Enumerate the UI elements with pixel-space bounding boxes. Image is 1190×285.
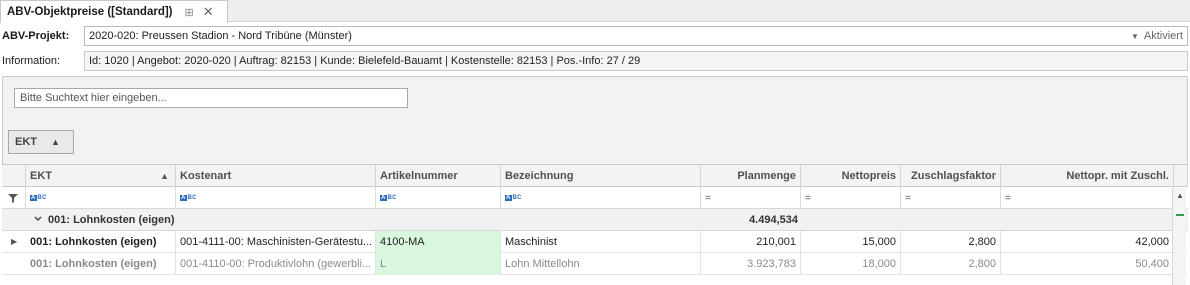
header-indicator-cell (2, 165, 26, 187)
project-label: ABV-Projekt: (2, 30, 70, 42)
grid-header-row: EKT ▲ Kostenart Artikelnummer Bezeichnun… (2, 165, 1188, 187)
column-header-nettopreis[interactable]: Nettopreis (801, 165, 901, 187)
project-combobox[interactable]: 2020-020: Preussen Stadion - Nord Tribün… (84, 26, 1188, 46)
cell-zuschlagsfaktor[interactable]: 2,800 (901, 253, 1001, 275)
filter-cell-ekt[interactable]: A BC (26, 187, 176, 209)
text-filter-icon: A BC (505, 195, 522, 201)
cell-nettopreis-zuschl[interactable]: 50,400 (1001, 253, 1174, 275)
tab-title: ABV-Objektpreise ([Standard]) (7, 6, 173, 18)
equals-filter-icon: = (805, 192, 811, 204)
information-field: Id: 1020 | Angebot: 2020-020 | Auftrag: … (84, 51, 1188, 71)
cell-nettopreis[interactable]: 15,000 (801, 231, 901, 253)
filter-cell-planmenge[interactable]: = (701, 187, 801, 209)
cell-ekt[interactable]: 001: Lohnkosten (eigen) (26, 253, 176, 275)
group-row-sum-planmenge: 4.494,534 (749, 214, 798, 226)
filter-cell-kostenart[interactable]: A BC (176, 187, 376, 209)
column-header-nettopreis-zuschl[interactable]: Nettopr. mit Zuschl. (1001, 165, 1174, 187)
vertical-scrollbar[interactable]: ▲ (1172, 188, 1186, 285)
column-header-zuschlagsfaktor[interactable]: Zuschlagsfaktor (901, 165, 1001, 187)
tab-abv-objektpreise[interactable]: ABV-Objektpreise ([Standard]) ⊞ ✕ (0, 0, 228, 23)
equals-filter-icon: = (1005, 192, 1011, 204)
cell-nettopreis[interactable]: 18,000 (801, 253, 901, 275)
group-row[interactable]: 001: Lohnkosten (eigen) 4.494,534 (2, 209, 1188, 231)
cell-nettopreis-zuschl[interactable]: 42,000 (1001, 231, 1174, 253)
text-filter-icon: A BC (30, 195, 47, 201)
cell-artikelnummer[interactable]: 4100-MA (376, 231, 501, 253)
column-header-kostenart[interactable]: Kostenart (176, 165, 376, 187)
filter-cell-bezeichnung[interactable]: A BC (501, 187, 701, 209)
cell-kostenart[interactable]: 001-4110-00: Produktivlohn (gewerbli... (176, 253, 376, 275)
group-by-chip-ekt[interactable]: EKT ▲ (8, 130, 74, 154)
pin-icon[interactable]: ⊞ (185, 6, 194, 19)
column-header-label: Zuschlagsfaktor (911, 170, 996, 182)
data-grid: EKT ▲ Kostenart Artikelnummer Bezeichnun… (2, 164, 1188, 285)
filter-cell-nettopreis[interactable]: = (801, 187, 901, 209)
sort-ascending-icon: ▲ (51, 137, 60, 147)
column-header-label: Artikelnummer (380, 170, 458, 182)
project-value: 2020-020: Preussen Stadion - Nord Tribün… (89, 30, 352, 42)
cell-artikelnummer[interactable]: L (376, 253, 501, 275)
cell-bezeichnung[interactable]: Lohn Mittellohn (501, 253, 701, 275)
group-row-title: 001: Lohnkosten (eigen) (48, 214, 175, 226)
equals-filter-icon: = (705, 192, 711, 204)
text-filter-icon: A BC (180, 195, 197, 201)
filter-cell-nettopreis-zuschl[interactable]: = (1001, 187, 1174, 209)
column-header-overflow (1174, 165, 1188, 187)
column-header-label: Kostenart (180, 170, 232, 182)
column-header-label: EKT (30, 170, 52, 182)
close-icon[interactable]: ✕ (203, 4, 214, 20)
chevron-down-icon[interactable]: ▼ (1131, 32, 1139, 41)
text-filter-icon: A BC (380, 195, 397, 201)
project-status: Aktiviert (1143, 30, 1183, 42)
search-input[interactable] (20, 92, 407, 104)
tab-strip: ABV-Objektpreise ([Standard]) ⊞ ✕ (0, 0, 1190, 23)
sort-ascending-icon: ▲ (160, 171, 169, 181)
scroll-up-icon[interactable]: ▲ (1176, 191, 1184, 200)
equals-filter-icon: = (905, 192, 911, 204)
column-header-label: Nettopr. mit Zuschl. (1066, 170, 1169, 182)
column-header-label: Planmenge (737, 170, 796, 182)
group-chip-label: EKT (15, 136, 37, 148)
column-header-label: Bezeichnung (505, 170, 574, 182)
cell-planmenge[interactable]: 210,001 (701, 231, 801, 253)
information-label: Information: (2, 55, 61, 67)
row-indicator-icon: ▶ (11, 237, 18, 246)
information-value: Id: 1020 | Angebot: 2020-020 | Auftrag: … (89, 55, 641, 67)
search-box[interactable] (14, 88, 408, 108)
filter-cell-zuschlagsfaktor[interactable]: = (901, 187, 1001, 209)
scrollbar-thumb[interactable] (1176, 214, 1184, 216)
filter-row: A BC A BC A BC A BC = = = = (2, 187, 1188, 209)
cell-planmenge[interactable]: 3.923,783 (701, 253, 801, 275)
column-header-artikelnummer[interactable]: Artikelnummer (376, 165, 501, 187)
table-row[interactable]: 001: Lohnkosten (eigen) 001-4110-00: Pro… (2, 253, 1188, 275)
cell-kostenart[interactable]: 001-4111-00: Maschinisten-Gerätestu... (176, 231, 376, 253)
filter-icon[interactable] (2, 187, 26, 209)
cell-zuschlagsfaktor[interactable]: 2,800 (901, 231, 1001, 253)
column-header-label: Nettopreis (841, 170, 896, 182)
filter-cell-artikelnummer[interactable]: A BC (376, 187, 501, 209)
cell-ekt[interactable]: 001: Lohnkosten (eigen) (26, 231, 176, 253)
table-row[interactable]: ▶ 001: Lohnkosten (eigen) 001-4111-00: M… (2, 231, 1188, 253)
column-header-bezeichnung[interactable]: Bezeichnung (501, 165, 701, 187)
chevron-down-icon[interactable] (34, 213, 42, 228)
column-header-planmenge[interactable]: Planmenge (701, 165, 801, 187)
column-header-ekt[interactable]: EKT ▲ (26, 165, 176, 187)
cell-bezeichnung[interactable]: Maschinist (501, 231, 701, 253)
